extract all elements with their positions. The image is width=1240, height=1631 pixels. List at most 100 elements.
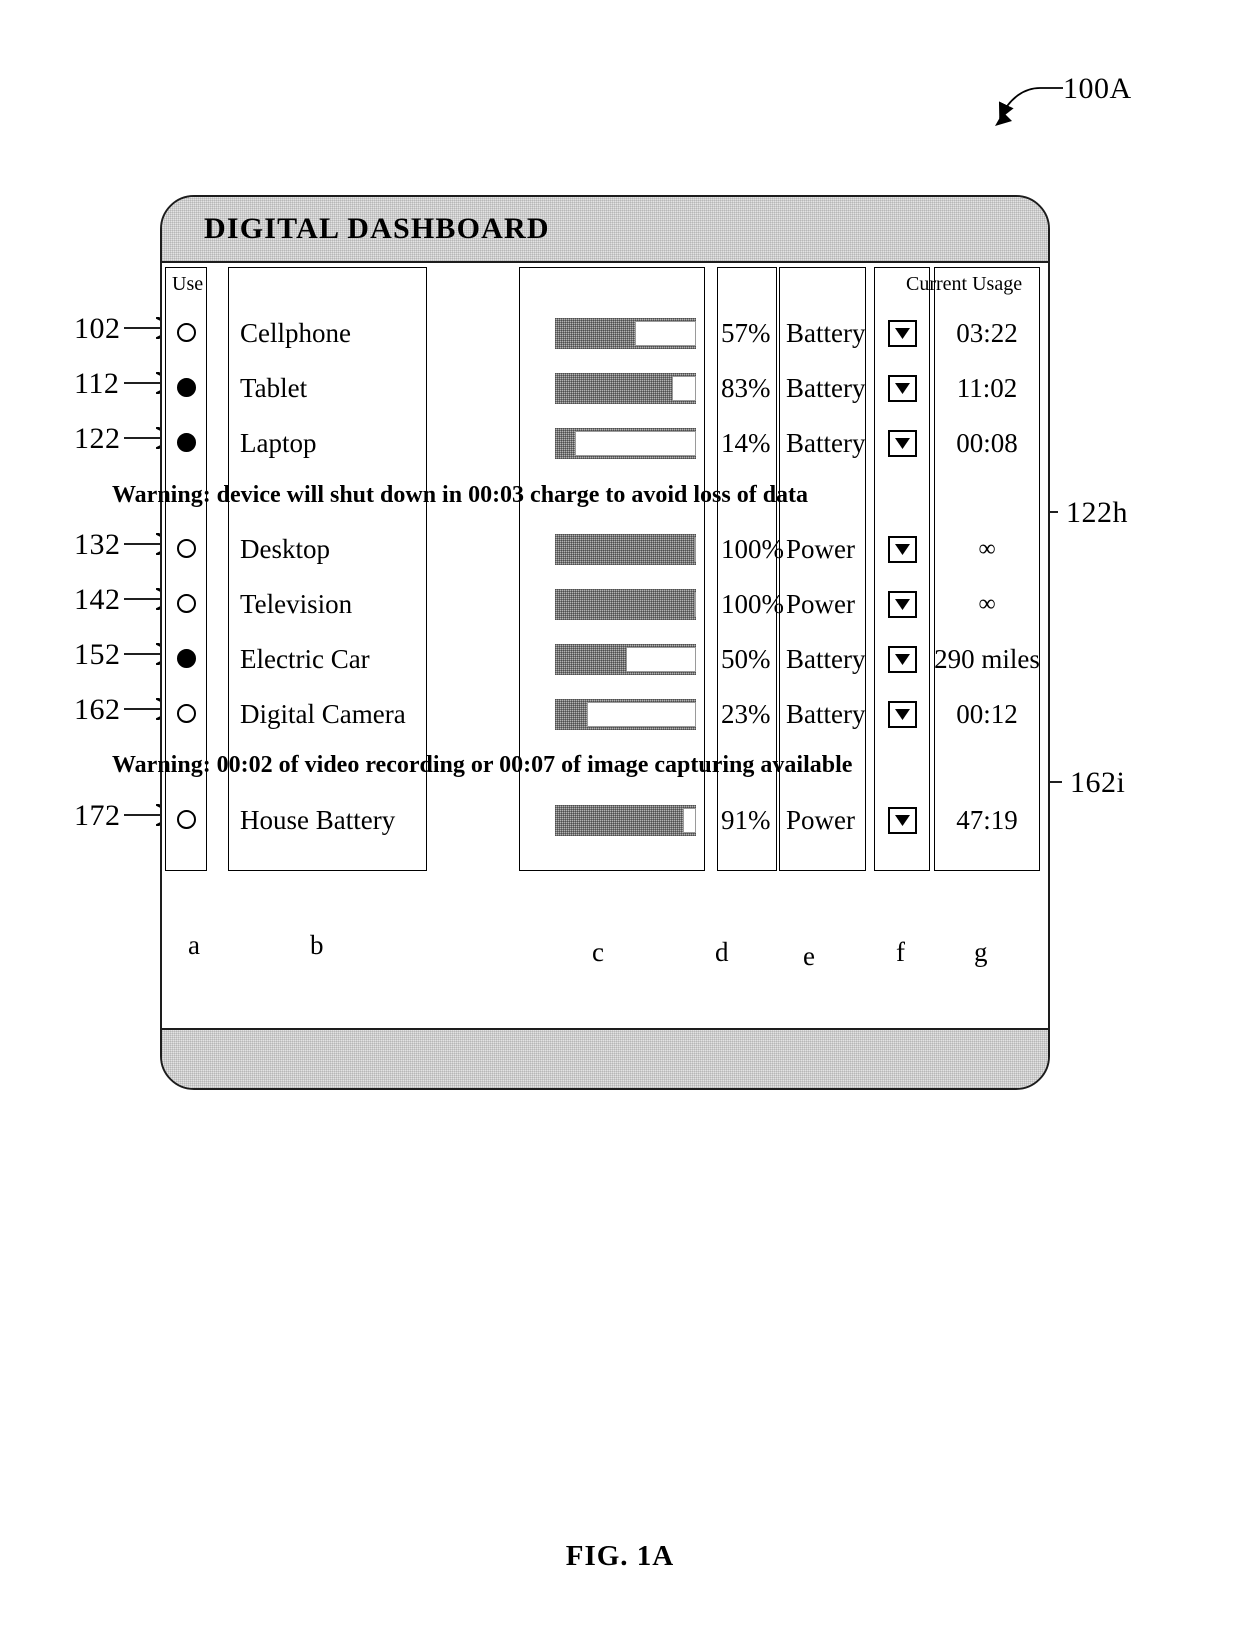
chevron-down-icon[interactable] [888,430,917,457]
charge-bar-empty [683,808,696,833]
device-name-cell: Tablet [240,373,308,403]
charge-bar [555,318,696,349]
column-header-current-usage: Current Usage [906,273,1023,295]
charge-bar [555,699,696,730]
table-row[interactable]: Cellphone 57% Battery 03:22 [162,313,1048,353]
use-toggle-house-battery[interactable] [177,810,196,829]
chevron-down-icon[interactable] [888,591,917,618]
device-name-cell: Electric Car [240,644,370,674]
column-header-use: Use [172,273,204,295]
current-usage-cell: 11:02 [956,373,1018,403]
charge-bar [555,805,696,836]
column-pointer-g: g [974,937,988,967]
charge-bar [555,534,696,565]
chevron-down-icon[interactable] [888,375,917,402]
column-pointer-labels: a b c d e f g [0,875,1240,971]
reference-number-102: 102 [74,312,121,345]
column-frame-current-usage [934,267,1040,871]
percent-cell: 23% [721,699,771,729]
source-cell: Battery [786,373,866,403]
use-toggle-cellphone[interactable] [177,323,196,342]
chevron-down-icon[interactable] [888,536,917,563]
use-toggle-desktop[interactable] [177,539,196,558]
use-toggle-tablet[interactable] [177,378,196,397]
figure-caption: FIG. 1A [565,1540,675,1572]
percent-cell: 100% [721,589,784,619]
percent-cell: 50% [721,644,771,674]
table-row[interactable]: Television 100% Power ∞ [162,584,1048,624]
column-frame-dropdown [874,267,930,871]
chevron-down-icon[interactable] [888,646,917,673]
table-row[interactable]: Electric Car 50% Battery 290 miles [162,639,1048,679]
source-cell: Power [786,589,855,619]
column-pointer-b: b [310,930,324,960]
charge-bar [555,644,696,675]
reference-number-132: 132 [74,528,121,561]
use-toggle-digital-camera[interactable] [177,704,196,723]
charge-bar-empty [587,702,696,727]
charge-bar [555,373,696,404]
column-pointer-d: d [715,937,729,967]
current-usage-cell: 00:08 [956,428,1018,458]
current-usage-cell: 03:22 [956,318,1018,348]
current-usage-cell: 00:12 [956,699,1018,729]
device-name-cell: Cellphone [240,318,351,348]
table-row[interactable]: Tablet 83% Battery 11:02 [162,368,1048,408]
chevron-down-icon[interactable] [888,701,917,728]
reference-number-172: 172 [74,799,121,832]
reference-number-162: 162 [74,693,121,726]
table-row[interactable]: Digital Camera 23% Battery 00:12 [162,694,1048,734]
figure-reference-100a: 100A [1063,72,1132,105]
source-cell: Battery [786,428,866,458]
reference-number-122h: 122h [1066,496,1128,529]
source-cell: Battery [786,699,866,729]
warning-message-122h: Warning: device will shut down in 00:03 … [112,482,809,508]
current-usage-cell: ∞ [978,536,996,562]
percent-cell: 14% [721,428,771,458]
reference-number-162i: 162i [1070,766,1126,799]
percent-cell: 57% [721,318,771,348]
column-pointer-a: a [188,930,200,960]
source-cell: Power [786,805,855,835]
device-name-cell: Laptop [240,428,317,458]
percent-cell: 83% [721,373,771,403]
source-cell: Power [786,534,855,564]
charge-bar-empty [694,592,696,617]
device-name-cell: House Battery [240,805,396,835]
charge-bar-empty [672,376,696,401]
reference-number-152: 152 [74,638,121,671]
source-cell: Battery [786,644,866,674]
use-toggle-laptop[interactable] [177,433,196,452]
device-bottom-bezel [162,1028,1048,1088]
table-row[interactable]: Laptop 14% Battery 00:08 [162,423,1048,463]
current-usage-cell: ∞ [978,591,996,617]
reference-number-112: 112 [74,367,120,400]
use-toggle-television[interactable] [177,594,196,613]
current-usage-cell: 290 miles [934,644,1040,674]
charge-bar-empty [694,537,696,562]
warning-message-162i: Warning: 00:02 of video recording or 00:… [112,752,853,778]
reference-number-122: 122 [74,422,121,455]
device-name-cell: Digital Camera [240,699,406,729]
table-row[interactable]: House Battery 91% Power 47:19 [162,800,1048,840]
source-cell: Battery [786,318,866,348]
charge-bar-empty [635,321,696,346]
current-usage-cell: 47:19 [956,805,1018,835]
column-pointer-e: e [803,941,815,971]
column-pointer-c: c [592,937,604,967]
percent-cell: 91% [721,805,771,835]
device-name-cell: Desktop [240,534,330,564]
column-pointer-f: f [896,937,905,967]
charge-bar [555,428,696,459]
chevron-down-icon[interactable] [888,807,917,834]
percent-cell: 100% [721,534,784,564]
charge-bar-empty [625,647,696,672]
chevron-down-icon[interactable] [888,320,917,347]
charge-bar-empty [574,431,696,456]
page-title: DIGITAL DASHBOARD [204,212,550,245]
charge-bar [555,589,696,620]
use-toggle-electric-car[interactable] [177,649,196,668]
table-row[interactable]: Desktop 100% Power ∞ [162,529,1048,569]
reference-number-142: 142 [74,583,121,616]
device-name-cell: Television [240,589,353,619]
